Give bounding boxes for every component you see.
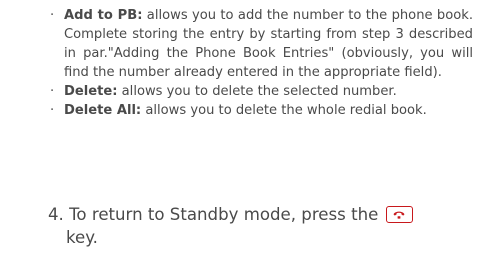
step-continuation: key.	[66, 228, 98, 247]
bullet-icon: ·	[50, 103, 55, 118]
manual-page: · Add to PB: allows you to add the numbe…	[0, 0, 490, 256]
step-text: To return to Standby mode, press the	[63, 205, 379, 224]
option-list: · Add to PB: allows you to add the numbe…	[49, 6, 473, 120]
option-description: allows you to delete the whole redial bo…	[141, 103, 427, 118]
step-4: 4. To return to Standby mode, press the …	[48, 203, 478, 249]
step-instruction: 4. To return to Standby mode, press the	[48, 203, 478, 226]
option-description: allows you to delete the selected number…	[117, 84, 397, 99]
bullet-icon: ·	[50, 84, 55, 99]
option-term: Add to PB:	[64, 8, 143, 23]
option-term: Delete All:	[64, 103, 142, 118]
bullet-icon: ·	[50, 8, 55, 23]
end-call-key-icon	[385, 206, 413, 223]
option-item-delete: · Delete: allows you to delete the selec…	[49, 82, 473, 101]
step-number: 4.	[48, 205, 64, 224]
option-item-delete-all: · Delete All: allows you to delete the w…	[49, 101, 473, 120]
option-term: Delete:	[64, 84, 118, 99]
option-item-add-to-pb: · Add to PB: allows you to add the numbe…	[49, 6, 473, 82]
